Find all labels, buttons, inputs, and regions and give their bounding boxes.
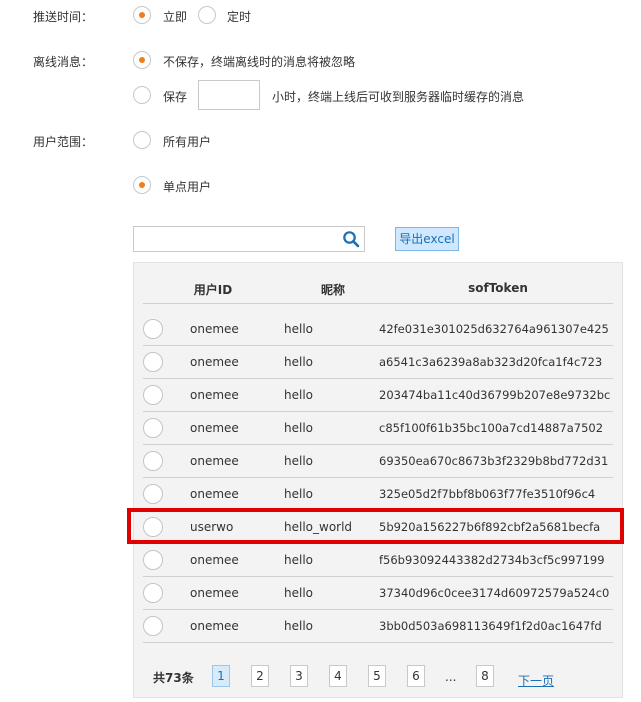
user-id-cell: onemee [190,388,239,402]
col-user-id: 用户ID [193,283,233,297]
softoken-cell: 5b920a156227b6f892cbf2a5681becfa [379,520,601,534]
row-select-radio[interactable] [143,319,163,339]
page-button-3[interactable]: 3 [290,665,308,687]
softoken-cell: 3bb0d503a698113649f1f2d0ac1647fd [379,619,602,633]
user-id-cell: onemee [190,586,239,600]
export-excel-button[interactable]: 导出excel [395,227,459,251]
hours-input[interactable] [198,80,260,110]
table-row[interactable]: onemee hello a6541c3a6239a8ab323d20fca1f4c… [143,346,613,379]
user-id-cell: onemee [190,553,239,567]
nickname-cell: hello [284,553,313,567]
pagination-ellipsis: ... [445,670,457,684]
page-button-1[interactable]: 1 [212,665,230,687]
table-row[interactable]: onemee hello 69350ea670c8673b3f2329b8bd772… [143,445,613,478]
user-id-cell: onemee [190,619,239,633]
table-row[interactable]: onemee hello c85f100f61b35bc100a7cd14887a7… [143,412,613,445]
scope-all-users-label: 所有用户 [163,135,212,149]
nickname-cell: hello [284,421,313,435]
row-select-radio[interactable] [143,451,163,471]
softoken-cell: 37340d96c0cee3174d60972579a524c0 [379,586,610,600]
offline-discard-radio[interactable] [133,51,151,69]
user-id-cell: onemee [190,421,239,435]
offline-save-radio[interactable] [133,86,151,104]
row-select-radio[interactable] [143,517,163,537]
offline-discard-label: 不保存，终端离线时的消息将被忽略 [163,55,356,69]
softoken-cell: f56b93092443382d2734b3cf5c997199 [379,553,605,567]
table-row[interactable]: onemee hello f56b93092443382d2734b3cf5c997… [143,544,613,577]
softoken-cell: 69350ea670c8673b3f2329b8bd772d31 [379,454,609,468]
row-select-radio[interactable] [143,616,163,636]
offline-msg-label: 离线消息： [33,55,94,69]
softoken-cell: 325e05d2f7bbf8b063f77fe3510f96c4 [379,487,596,501]
softoken-cell: c85f100f61b35bc100a7cd14887a7502 [379,421,604,435]
nickname-cell: hello [284,487,313,501]
col-softoken: sofToken [468,281,528,295]
nickname-cell: hello [284,586,313,600]
table-row[interactable]: onemee hello 325e05d2f7bbf8b063f77fe3510f9… [143,478,613,511]
search-input[interactable] [138,228,338,250]
nickname-cell: hello [284,454,313,468]
softoken-cell: 42fe031e301025d632764a961307e425 [379,322,609,336]
table-header: 用户ID 昵称 sofToken [143,279,613,304]
user-scope-label: 用户范围： [33,135,94,149]
table-row[interactable]: onemee hello 3bb0d503a698113649f1f2d0ac164… [143,610,613,643]
softoken-cell: a6541c3a6239a8ab323d20fca1f4c723 [379,355,603,369]
page-button-4[interactable]: 4 [329,665,347,687]
row-select-radio[interactable] [143,418,163,438]
page-button-last[interactable]: 8 [476,665,494,687]
search-icon[interactable] [342,230,360,248]
page-button-6[interactable]: 6 [407,665,425,687]
total-count: 共73条 [153,671,194,685]
push-time-scheduled-label: 定时 [227,10,252,24]
row-select-radio[interactable] [143,352,163,372]
table-row[interactable]: onemee hello 42fe031e301025d632764a961307e… [143,313,613,346]
offline-save-label: 保存 [163,90,188,104]
next-page-link[interactable]: 下一页 [518,672,554,689]
softoken-cell: 203474ba11c40d36799b207e8e9732bc [379,388,611,402]
user-id-cell: onemee [190,355,239,369]
row-select-radio[interactable] [143,583,163,603]
page-button-5[interactable]: 5 [368,665,386,687]
nickname-cell: hello [284,388,313,402]
nickname-cell: hello [284,355,313,369]
table-row[interactable]: onemee hello 203474ba11c40d36799b207e8e973… [143,379,613,412]
row-select-radio[interactable] [143,484,163,504]
push-time-immediate-radio[interactable] [133,6,151,24]
table-row[interactable]: onemee hello 37340d96c0cee3174d60972579a52… [143,577,613,610]
nickname-cell: hello_world [284,520,353,534]
push-time-scheduled-radio[interactable] [198,6,216,24]
user-id-cell: userwo [190,520,234,534]
push-time-immediate-label: 立即 [163,10,188,24]
push-time-label: 推送时间： [33,10,94,24]
user-id-cell: onemee [190,454,239,468]
hours-suffix-label: 小时，终端上线后可收到服务器临时缓存的消息 [272,90,525,104]
page-button-2[interactable]: 2 [251,665,269,687]
row-select-radio[interactable] [143,385,163,405]
user-id-cell: onemee [190,322,239,336]
nickname-cell: hello [284,619,313,633]
scope-single-user-label: 单点用户 [163,180,212,194]
scope-single-user-radio[interactable] [133,176,151,194]
search-box [133,226,365,252]
scope-all-users-radio[interactable] [133,131,151,149]
col-nickname: 昵称 [320,283,345,297]
row-select-radio[interactable] [143,550,163,570]
table-row[interactable]: userwo hello_world 5b920a156227b6f892cbf2a… [143,511,613,544]
user-id-cell: onemee [190,487,239,501]
nickname-cell: hello [284,322,313,336]
